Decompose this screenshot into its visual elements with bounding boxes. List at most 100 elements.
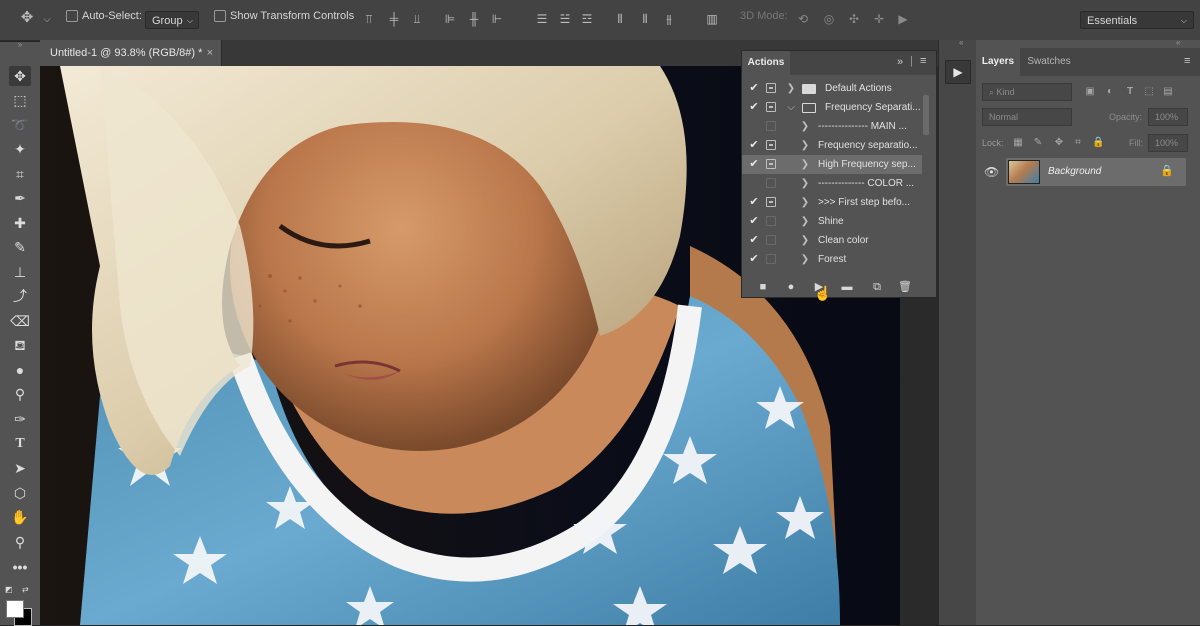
filter-pixel-icon[interactable]: ▣	[1084, 86, 1096, 98]
close-icon[interactable]: ×	[207, 40, 213, 66]
action-row[interactable]: ✔ ❯ High Frequency sep...	[742, 155, 922, 174]
filter-smart-object-icon[interactable]: ▤	[1162, 86, 1174, 98]
auto-select-checkbox[interactable]: Auto-Select:	[66, 10, 142, 23]
checkbox-icon[interactable]	[66, 10, 78, 23]
expand-action-icon[interactable]: ❯	[800, 117, 810, 136]
expand-set-icon[interactable]: ⌵	[786, 98, 796, 117]
layer-name[interactable]: Background	[1048, 166, 1101, 177]
collapse-panel-icon[interactable]: «	[1176, 38, 1180, 47]
3d-orbit-icon[interactable]: ⟲	[796, 12, 810, 26]
3d-slide-icon[interactable]: ✛	[872, 12, 886, 26]
panel-menu-icon[interactable]: ≡	[1184, 55, 1190, 67]
3d-scale-icon[interactable]: ▶	[896, 12, 910, 26]
lasso-tool-icon[interactable]: ➰	[9, 115, 31, 135]
distribute-hcenter-icon[interactable]: ⦀	[638, 12, 652, 26]
dialog-toggle-icon[interactable]	[766, 102, 776, 112]
default-colors-icon[interactable]: ◩	[5, 585, 13, 594]
shape-tool-icon[interactable]: ⬡	[9, 483, 31, 503]
actions-panel-button[interactable]: ▶	[945, 60, 971, 84]
filter-shape-icon[interactable]: ⬚	[1143, 86, 1155, 98]
toggle-item-checkmark-icon[interactable]: ✔	[748, 250, 760, 269]
visibility-eye-icon[interactable]: 👁	[984, 165, 999, 179]
blur-tool-icon[interactable]: ●	[9, 360, 31, 380]
document-tab[interactable]: Untitled-1 @ 93.8% (RGB/8#) * ×	[40, 40, 222, 66]
auto-select-target-dropdown[interactable]: Group ⌵	[145, 11, 199, 29]
eyedropper-tool-icon[interactable]: ✒	[9, 188, 31, 208]
collapse-toolbar-icon[interactable]: »	[9, 41, 31, 49]
toggle-item-checkmark-icon[interactable]: ✔	[748, 155, 760, 174]
3d-pan-icon[interactable]: ✣	[847, 12, 861, 26]
tab-swatches[interactable]: Swatches	[1024, 48, 1074, 76]
auto-align-layers-icon[interactable]: ▥	[705, 12, 719, 26]
magic-wand-tool-icon[interactable]: ✦	[9, 139, 31, 159]
expand-action-icon[interactable]: ❯	[800, 193, 810, 212]
type-tool-icon[interactable]: T	[9, 434, 31, 454]
collapse-dock-icon[interactable]: «	[959, 38, 963, 47]
tab-actions[interactable]: Actions	[742, 51, 790, 75]
align-vertical-center-icon[interactable]: ╪	[387, 12, 401, 26]
chevron-down-icon[interactable]: ⌵	[40, 12, 54, 26]
layer-filter-kind[interactable]: ⌕ Kind	[982, 83, 1072, 101]
swap-colors-icon[interactable]: ⇄	[22, 585, 29, 594]
align-right-icon[interactable]: ⊩	[490, 12, 504, 26]
lock-image-icon[interactable]: ✎	[1032, 137, 1044, 149]
toggle-item-checkmark-icon[interactable]: ✔	[748, 231, 760, 250]
tab-layers[interactable]: Layers	[976, 48, 1020, 76]
action-row[interactable]: ✔ ⌵ Frequency Separati...	[742, 98, 922, 117]
dialog-toggle-icon[interactable]	[766, 83, 776, 93]
distribute-left-icon[interactable]: ⫴	[613, 12, 627, 26]
actions-scrollbar[interactable]	[923, 95, 929, 135]
move-tool-icon[interactable]: ✥	[9, 66, 31, 86]
trash-icon[interactable]: 🗑	[898, 280, 912, 294]
brush-tool-icon[interactable]: ✎	[9, 237, 31, 257]
dialog-toggle-icon[interactable]	[766, 121, 776, 131]
distribute-top-icon[interactable]: ☰	[535, 12, 549, 26]
distribute-bottom-icon[interactable]: ☲	[580, 12, 594, 26]
distribute-right-icon[interactable]: ⫵	[662, 12, 676, 26]
toggle-item-checkmark-icon[interactable]: ✔	[748, 136, 760, 155]
align-left-icon[interactable]: ⊫	[443, 12, 457, 26]
3d-roll-icon[interactable]: ◎	[822, 12, 836, 26]
zoom-tool-icon[interactable]: ⚲	[9, 532, 31, 552]
dialog-toggle-icon[interactable]	[766, 140, 776, 150]
eraser-tool-icon[interactable]: ⌫	[9, 311, 31, 331]
layer-row-background[interactable]: 👁 Background 🔒	[976, 158, 1200, 186]
marquee-tool-icon[interactable]: ⬚	[9, 90, 31, 110]
toggle-item-checkmark-icon[interactable]: ✔	[748, 98, 760, 117]
checkbox-icon[interactable]	[214, 10, 226, 23]
history-brush-tool-icon[interactable]: ⤴	[9, 286, 31, 306]
action-row[interactable]: ✔ ❯ Forest	[742, 250, 922, 269]
collapse-panel-icon[interactable]: »	[897, 56, 903, 68]
align-bottom-icon[interactable]: ⫫	[410, 12, 424, 26]
filter-type-icon[interactable]: T	[1124, 86, 1136, 98]
dialog-toggle-icon[interactable]	[766, 197, 776, 207]
action-row[interactable]: ✔ ❯ Default Actions	[742, 79, 922, 98]
opacity-field[interactable]: 100%	[1148, 108, 1188, 126]
toggle-item-checkmark-icon[interactable]: ✔	[748, 79, 760, 98]
blend-mode-dropdown[interactable]: Normal	[982, 108, 1072, 126]
workspace-dropdown[interactable]: Essentials ⌵	[1080, 11, 1194, 29]
expand-set-icon[interactable]: ❯	[786, 79, 796, 98]
dialog-toggle-icon[interactable]	[766, 159, 776, 169]
expand-action-icon[interactable]: ❯	[800, 155, 810, 174]
action-row[interactable]: ✔ ❯ >>> First step befo...	[742, 193, 922, 212]
toggle-item-checkmark-icon[interactable]: ✔	[748, 193, 760, 212]
expand-action-icon[interactable]: ❯	[800, 212, 810, 231]
action-row[interactable]: ✔ ❯ Clean color	[742, 231, 922, 250]
stop-icon[interactable]: ■	[756, 280, 770, 294]
action-row[interactable]: ✔ ❯ Shine	[742, 212, 922, 231]
action-row[interactable]: ❯ -------------- COLOR ...	[742, 174, 922, 193]
lock-transparent-icon[interactable]: ▦	[1012, 137, 1024, 149]
align-top-icon[interactable]: ⫪	[362, 12, 376, 26]
dialog-toggle-icon[interactable]	[766, 178, 776, 188]
fill-field[interactable]: 100%	[1148, 134, 1188, 152]
action-row[interactable]: ❯ --------------- MAIN ...	[742, 117, 922, 136]
lock-position-icon[interactable]: ✥	[1053, 137, 1065, 149]
record-icon[interactable]: ●	[784, 280, 798, 294]
toggle-item-checkmark-icon[interactable]: ✔	[748, 212, 760, 231]
edit-toolbar-icon[interactable]: •••	[9, 557, 31, 577]
dialog-toggle-icon[interactable]	[766, 216, 776, 226]
expand-action-icon[interactable]: ❯	[800, 231, 810, 250]
align-horizontal-center-icon[interactable]: ╫	[467, 12, 481, 26]
new-set-icon[interactable]: ▬	[840, 280, 854, 294]
